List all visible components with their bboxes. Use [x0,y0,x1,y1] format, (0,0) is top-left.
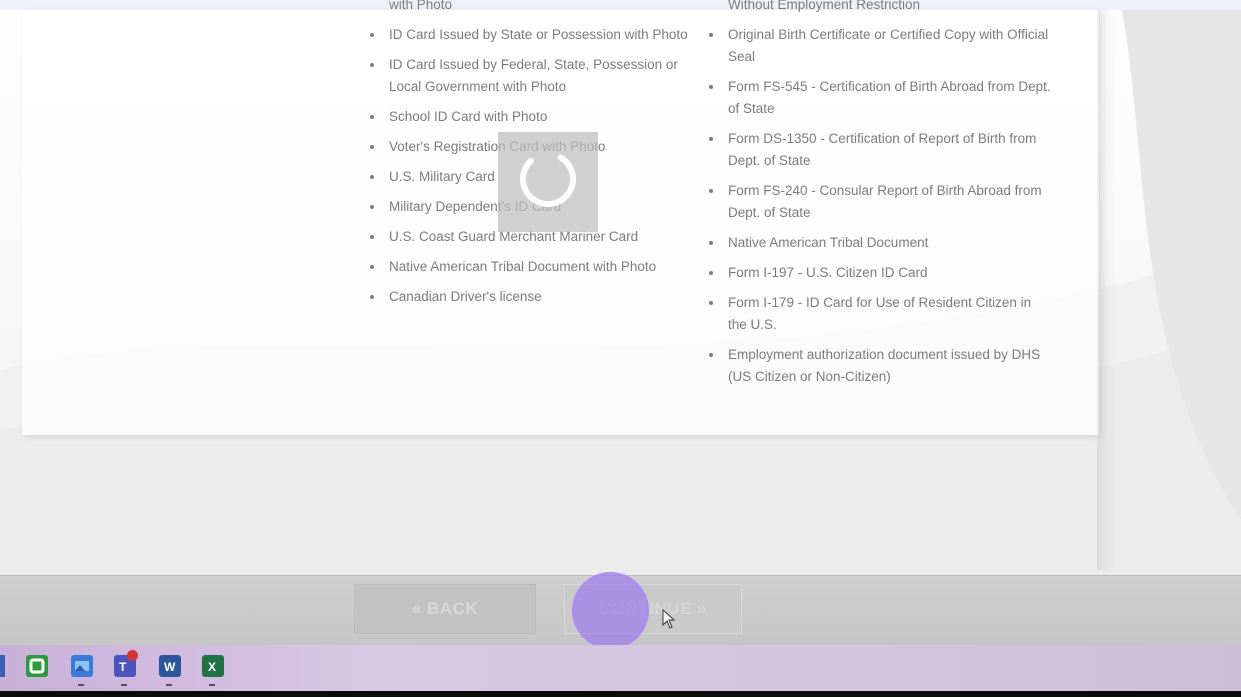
document-list-item: Form FS-545 - Certification of Birth Abr… [706,76,1051,120]
document-list-item: with Photo [389,0,453,12]
photos-running-indicator [78,684,84,686]
camtasia-icon[interactable] [26,655,48,677]
taskbar [0,645,1241,691]
document-list-item: Original Birth Certificate or Certified … [706,24,1051,68]
svg-text:T: T [119,660,127,674]
mouse-cursor-icon [662,609,676,629]
document-list-item: Form I-197 - U.S. Citizen ID Card [706,262,1051,284]
taskbar-edge [0,655,5,677]
excel-icon[interactable]: X [202,655,224,677]
excel-running-indicator [209,684,215,686]
document-list-item: Native American Tribal Document [706,232,1051,254]
screen-bottom-edge [0,691,1241,697]
svg-text:X: X [208,660,216,674]
document-list-item: Form DS-1350 - Certification of Report o… [706,128,1051,172]
document-list-item: Native American Tribal Document with Pho… [367,256,712,278]
photos-app-icon[interactable] [71,655,93,677]
citizenship-documents-list: Without Employment Restriction Original B… [706,0,1051,396]
document-list-item: ID Card Issued by Federal, State, Posses… [367,54,712,98]
notification-badge [127,650,138,661]
document-list-item: Without Employment Restriction [728,0,921,12]
back-button[interactable]: « BACK [354,584,536,634]
teams-running-indicator [121,684,127,686]
loading-spinner-icon [520,151,576,208]
svg-text:W: W [164,660,176,674]
document-list-item: Employment authorization document issued… [706,344,1051,388]
word-icon[interactable]: W [159,655,181,677]
document-list-item: Form I-179 - ID Card for Use of Resident… [706,292,1051,336]
document-list-item: Canadian Driver's license [367,286,712,308]
panel-edge [1097,10,1117,570]
document-list-item: Form FS-240 - Consular Report of Birth A… [706,180,1051,224]
click-highlight [572,572,649,649]
loading-overlay [498,132,598,232]
document-list-item: ID Card Issued by State or Possession wi… [367,24,712,46]
document-list-item: School ID Card with Photo [367,106,712,128]
word-running-indicator [166,684,172,686]
